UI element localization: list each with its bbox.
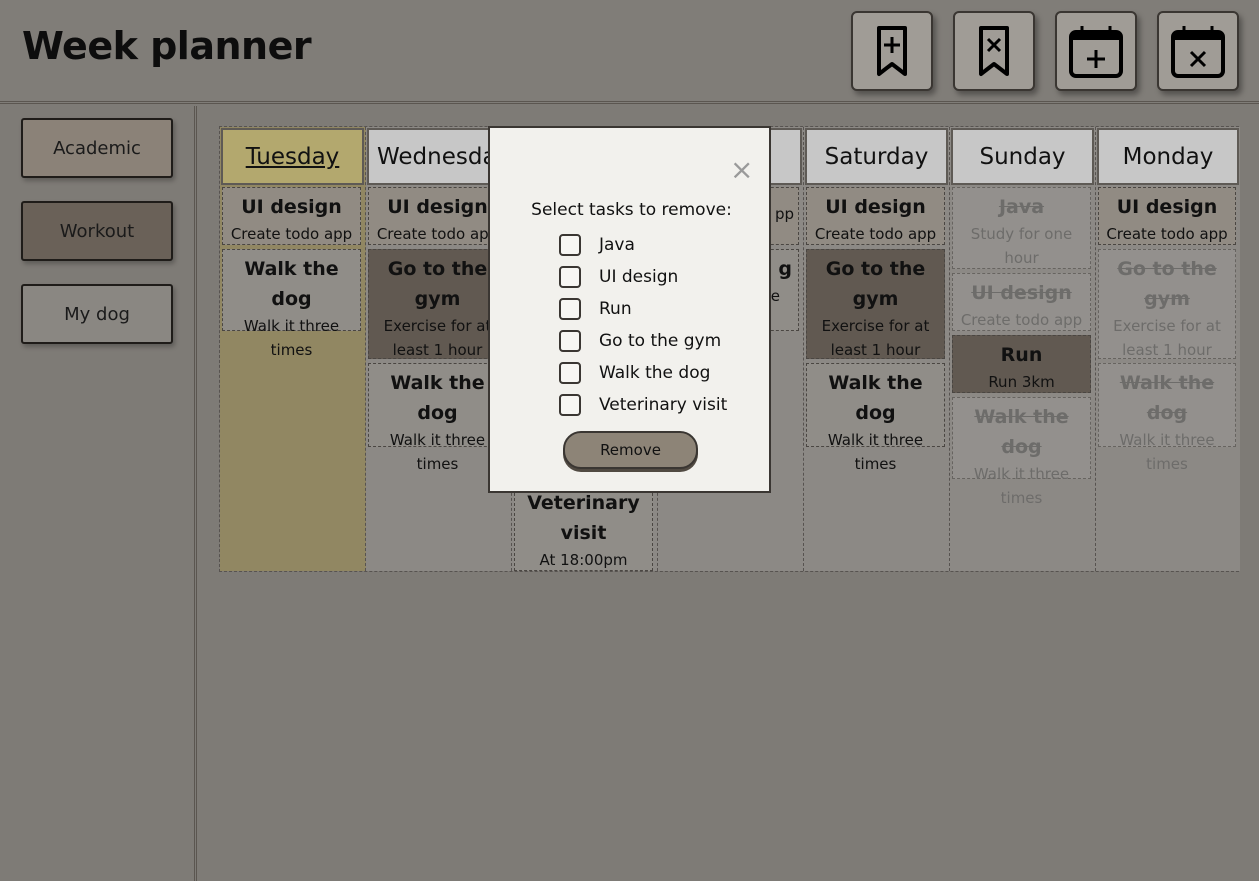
- task-card[interactable]: Veterinary visit At 18:00pm: [514, 483, 653, 571]
- header: Week planner: [0, 0, 1259, 104]
- task-card[interactable]: Walk the dog Walk it three times: [368, 363, 507, 473]
- task-desc: Exercise for at least 1 hour: [1113, 317, 1221, 359]
- task-title: UI design: [241, 196, 342, 218]
- task-card[interactable]: Go to the gym Exercise for at least 1 ho…: [806, 249, 945, 359]
- checkbox[interactable]: [559, 362, 581, 384]
- task-card[interactable]: Walk the dog Walk it three times: [222, 249, 361, 359]
- option-label: Run: [599, 299, 632, 319]
- task-option-ui-design[interactable]: UI design: [559, 264, 678, 290]
- category-workout[interactable]: Workout: [21, 201, 173, 261]
- task-card[interactable]: Walk the dog Walk it three times: [952, 397, 1091, 507]
- remove-tasks-modal: × Select tasks to remove: Java UI design…: [488, 126, 771, 493]
- option-label: Veterinary visit: [599, 395, 728, 415]
- task-card[interactable]: Walk the dog Walk it three times: [1098, 363, 1236, 473]
- task-option-java[interactable]: Java: [559, 232, 635, 258]
- task-title: UI design: [825, 196, 926, 218]
- calendar-add-icon: [1069, 26, 1123, 78]
- option-label: Walk the dog: [599, 363, 711, 383]
- option-label: UI design: [599, 267, 679, 287]
- task-desc: Walk it three times: [243, 317, 340, 359]
- task-desc: Create todo app: [230, 225, 353, 243]
- day-header[interactable]: Monday: [1097, 128, 1239, 185]
- task-desc: Create todo app: [1106, 225, 1228, 243]
- task-title: Go to the gym: [1117, 258, 1217, 310]
- option-label: Go to the gym: [599, 331, 722, 351]
- task-option-run[interactable]: Run: [559, 296, 632, 322]
- bookmark-add-icon: [877, 26, 907, 76]
- task-desc: Walk it three times: [1119, 431, 1215, 473]
- task-desc: Walk it three times: [973, 465, 1070, 507]
- checkbox[interactable]: [559, 266, 581, 288]
- task-desc: At 18:00pm: [539, 551, 628, 569]
- add-day-button[interactable]: [1055, 11, 1137, 91]
- task-title: Java: [998, 196, 1045, 218]
- task-desc: Create todo app: [960, 311, 1083, 329]
- task-desc: Create todo app: [814, 225, 937, 243]
- sidebar: Academic Workout My dog: [0, 106, 197, 881]
- day-column-saturday: Saturday UI design Create todo app Go to…: [804, 127, 950, 571]
- task-desc: Exercise for at least 1 hour: [383, 317, 492, 359]
- option-label: Java: [599, 235, 635, 255]
- day-column-monday: Monday UI design Create todo app Go to t…: [1096, 127, 1240, 571]
- task-option-go-to-the-gym[interactable]: Go to the gym: [559, 328, 721, 354]
- modal-heading: Select tasks to remove:: [531, 200, 732, 220]
- task-title: Go to the gym: [387, 258, 488, 310]
- task-title: UI design: [1116, 196, 1218, 218]
- calendar-remove-icon: [1171, 26, 1225, 78]
- task-title: UI design: [387, 196, 488, 218]
- day-header[interactable]: Saturday: [805, 128, 948, 185]
- task-option-walk-the-dog[interactable]: Walk the dog: [559, 360, 710, 386]
- checkbox[interactable]: [559, 234, 581, 256]
- task-desc: Exercise for at least 1 hour: [821, 317, 930, 359]
- task-card[interactable]: UI design Create todo app: [806, 187, 945, 245]
- checkbox[interactable]: [559, 394, 581, 416]
- day-column-tuesday: Tuesday UI design Create todo app Walk t…: [220, 127, 366, 571]
- task-card[interactable]: Go to the gym Exercise for at least 1 ho…: [1098, 249, 1236, 359]
- task-card[interactable]: Go to the gym Exercise for at least 1 ho…: [368, 249, 507, 359]
- remove-task-button[interactable]: [953, 11, 1035, 91]
- task-title: UI design: [971, 282, 1072, 304]
- remove-day-button[interactable]: [1157, 11, 1239, 91]
- task-desc: Study for one hour: [970, 225, 1073, 267]
- task-card[interactable]: UI design Create todo app: [368, 187, 507, 245]
- bookmark-remove-icon: [979, 26, 1009, 76]
- task-desc: Walk it three times: [389, 431, 486, 473]
- app-title: Week planner: [22, 24, 312, 68]
- add-task-button[interactable]: [851, 11, 933, 91]
- task-desc: Create todo app: [376, 225, 499, 243]
- task-title: Walk the dog: [974, 406, 1069, 458]
- task-title: Go to the gym: [825, 258, 926, 310]
- task-card[interactable]: UI design Create todo app: [1098, 187, 1236, 245]
- task-title: Run: [1000, 344, 1043, 366]
- task-desc: Walk it three times: [827, 431, 924, 473]
- task-title: Walk the dog: [244, 258, 339, 310]
- checkbox[interactable]: [559, 330, 581, 352]
- checkbox[interactable]: [559, 298, 581, 320]
- task-card[interactable]: Run Run 3km: [952, 335, 1091, 393]
- close-icon[interactable]: ×: [730, 156, 753, 184]
- task-title: Walk the dog: [828, 372, 923, 424]
- task-option-veterinary-visit[interactable]: Veterinary visit: [559, 392, 727, 418]
- remove-button[interactable]: Remove: [563, 431, 698, 469]
- task-title: Walk the dog: [1119, 372, 1215, 424]
- task-title: Veterinary visit: [527, 492, 640, 544]
- category-academic[interactable]: Academic: [21, 118, 173, 178]
- day-column-sunday: Sunday Java Study for one hour UI design…: [950, 127, 1096, 571]
- task-title: Walk the dog: [390, 372, 485, 424]
- task-card[interactable]: Java Study for one hour: [952, 187, 1091, 269]
- task-desc: Run 3km: [988, 373, 1055, 391]
- day-header[interactable]: Sunday: [951, 128, 1094, 185]
- category-my-dog[interactable]: My dog: [21, 284, 173, 344]
- task-card[interactable]: UI design Create todo app: [952, 273, 1091, 331]
- task-card[interactable]: UI design Create todo app: [222, 187, 361, 245]
- task-card[interactable]: Walk the dog Walk it three times: [806, 363, 945, 473]
- day-header[interactable]: Tuesday: [221, 128, 364, 185]
